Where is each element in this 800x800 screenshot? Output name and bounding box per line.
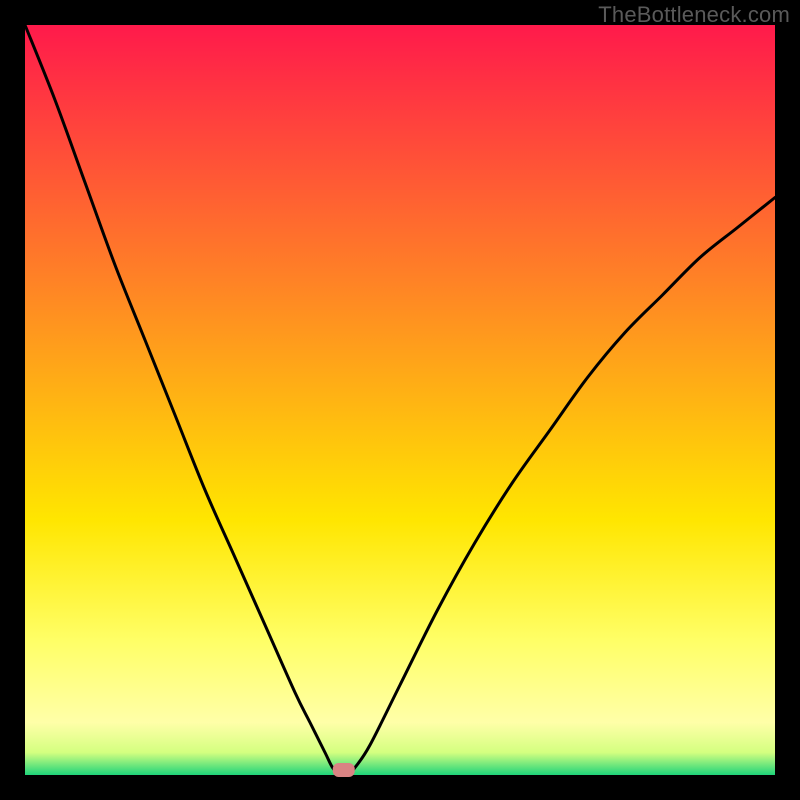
bottleneck-chart (0, 0, 800, 800)
optimal-point-marker (333, 763, 355, 777)
watermark-text: TheBottleneck.com (598, 2, 790, 28)
plot-background (25, 25, 775, 775)
